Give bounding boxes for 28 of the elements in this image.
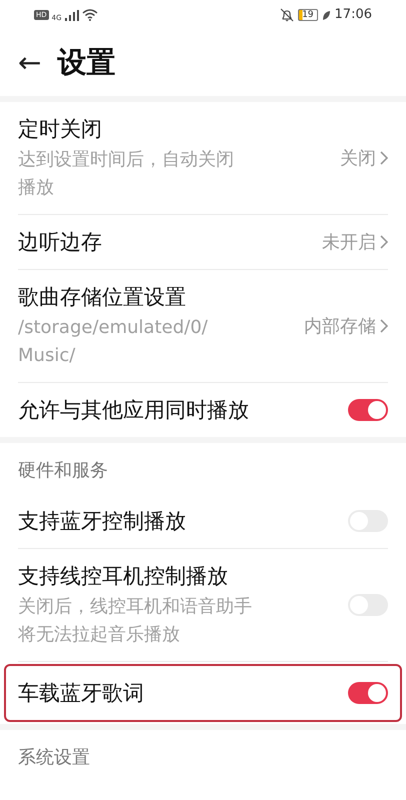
wifi-icon (82, 9, 98, 21)
toggle-switch[interactable] (348, 682, 388, 704)
section-heading: 系统设置 (17, 746, 91, 770)
setting-value[interactable]: 内部存储 (304, 312, 376, 340)
toggle-switch[interactable] (348, 399, 388, 421)
setting-description: 关闭后，线控耳机和语音助手将无法拉起音乐播放 (18, 595, 253, 647)
setting-title: 歌曲存储位置设置 (18, 284, 187, 311)
muted-bell-icon (280, 8, 294, 22)
chevron-right-icon (380, 235, 388, 249)
setting-title: 边听边存 (18, 229, 103, 256)
clock: 17:06 (334, 6, 372, 24)
setting-title: 允许与其他应用同时播放 (18, 397, 250, 424)
chevron-right-icon (380, 151, 388, 165)
back-button[interactable]: ← (18, 49, 42, 77)
chevron-right-icon (380, 319, 388, 333)
setting-title: 支持线控耳机控制播放 (18, 563, 229, 590)
battery-indicator: 19 (298, 9, 318, 21)
setting-title: 车载蓝牙歌词 (18, 680, 145, 707)
setting-title: 支持蓝牙控制播放 (18, 508, 187, 535)
setting-value[interactable]: 未开启 (322, 228, 376, 256)
signal-icon (64, 10, 79, 20)
leaf-icon (322, 10, 331, 20)
page-title: 设置 (57, 44, 116, 82)
section-heading: 硬件和服务 (17, 459, 109, 483)
setting-description: 达到设置时间后，自动关闭播放 (18, 148, 235, 200)
setting-description: /storage/emulated/0/Music/ (18, 316, 209, 368)
setting-value[interactable]: 关闭 (340, 144, 376, 172)
setting-title: 定时关闭 (18, 116, 103, 143)
